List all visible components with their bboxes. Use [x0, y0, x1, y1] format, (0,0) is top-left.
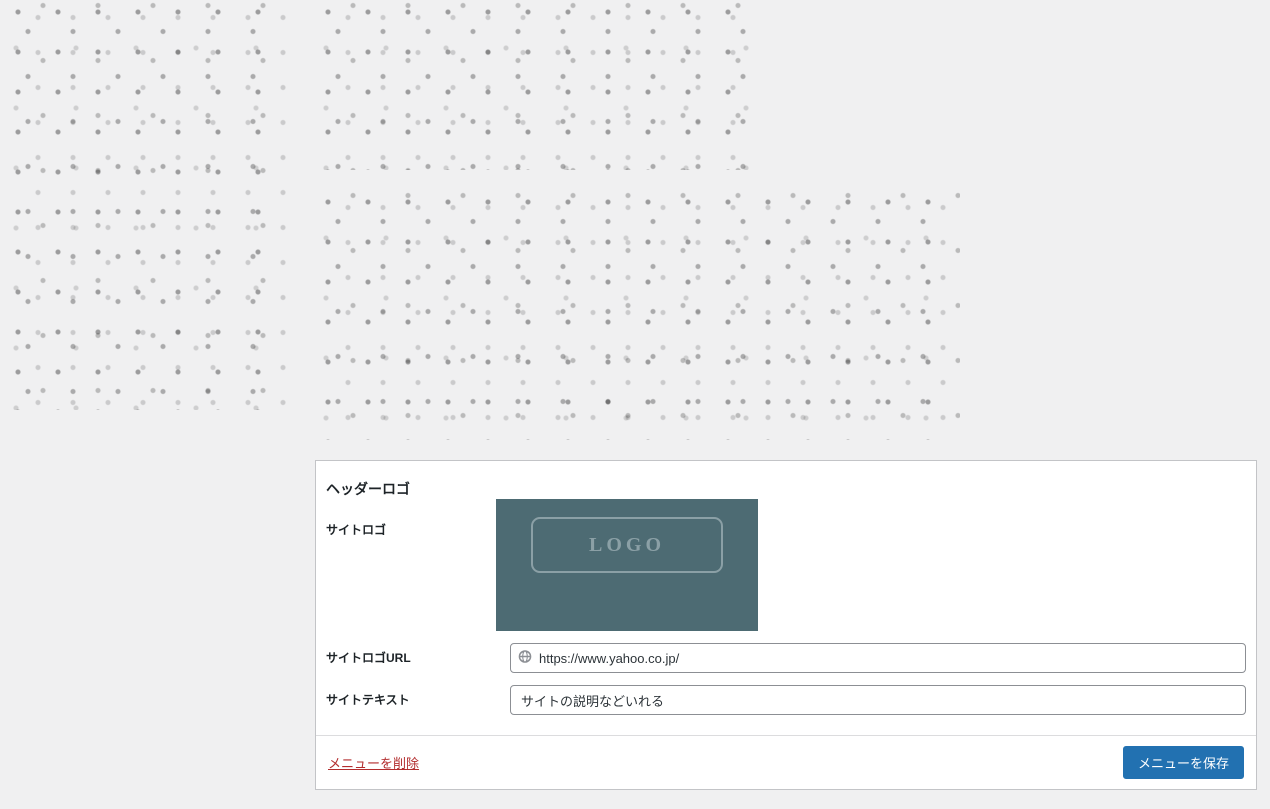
logo-placeholder: LOGO — [531, 517, 723, 573]
logo-preview[interactable]: LOGO — [496, 499, 758, 631]
panel-footer: メニューを削除 メニューを保存 — [316, 735, 1256, 789]
obscured-top-content — [320, 0, 750, 170]
row-site-logo-url: サイトロゴURL — [326, 643, 1246, 673]
globe-icon — [518, 650, 532, 667]
header-logo-panel: ヘッダーロゴ サイトロゴ LOGO サイトロゴURL サイトテキスト — [315, 460, 1257, 790]
row-site-text: サイトテキスト — [326, 685, 1246, 715]
site-logo-label: サイトロゴ — [326, 515, 510, 538]
site-text-input[interactable] — [510, 685, 1246, 715]
save-menu-button[interactable]: メニューを保存 — [1123, 746, 1244, 779]
delete-menu-link[interactable]: メニューを削除 — [328, 753, 419, 772]
obscured-sidebar — [10, 0, 290, 410]
site-text-label: サイトテキスト — [326, 685, 510, 708]
site-logo-url-label: サイトロゴURL — [326, 643, 510, 666]
obscured-mid-content — [320, 190, 960, 440]
section-title: ヘッダーロゴ — [326, 473, 1246, 515]
site-logo-url-input[interactable] — [510, 643, 1246, 673]
row-site-logo: サイトロゴ LOGO — [326, 515, 1246, 631]
